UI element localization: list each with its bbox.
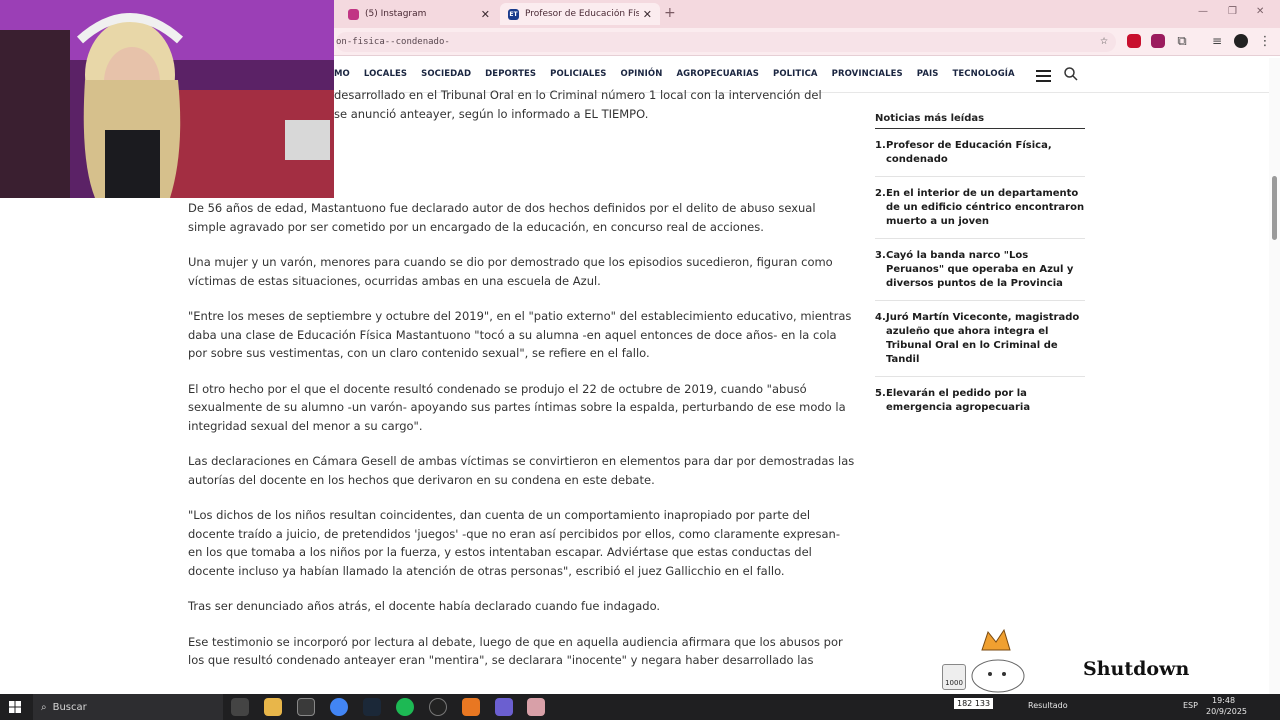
item-number: 4. <box>875 312 886 323</box>
article-paragraph: Una mujer y un varón, menores para cuand… <box>188 255 833 288</box>
search-icon: ⌕ <box>41 701 47 713</box>
minimize-button[interactable]: — <box>1198 6 1208 17</box>
nav-item-deportes[interactable]: DEPORTES <box>485 69 536 79</box>
taskbar-search-box[interactable]: ⌕ Buscar <box>33 694 223 720</box>
url-field[interactable]: on-fisica--condenado- ☆ <box>336 32 1116 52</box>
article-top-lines: desarrollado en el Tribunal Oral en lo C… <box>334 86 854 123</box>
tray-app-label[interactable]: Resultado <box>1028 701 1068 710</box>
section-menu: MO LOCALES SOCIEDAD DEPORTES POLICIALES … <box>334 69 1015 79</box>
article-paragraph: "Entre los meses de septiembre y octubre… <box>188 309 852 360</box>
nav-item[interactable]: MO <box>334 69 350 79</box>
nav-item-opinion[interactable]: OPINIÓN <box>621 69 663 79</box>
windows-start-icon[interactable] <box>9 701 21 713</box>
tab-title: Profesor de Educación Física, co <box>525 9 639 19</box>
search-placeholder: Buscar <box>52 701 87 713</box>
article-paragraph: "Los dichos de los niños resultan coinci… <box>188 508 840 578</box>
item-number: 1. <box>875 140 886 151</box>
article-line: desarrollado en el Tribunal Oral en lo C… <box>334 88 822 102</box>
sidebar-title: Noticias más leídas <box>875 113 1085 129</box>
clock-date[interactable]: 20/9/2025 <box>1206 707 1247 716</box>
el-tiempo-favicon-icon: ET <box>508 8 519 20</box>
shield-extension-icon[interactable] <box>1151 34 1165 48</box>
browser-window-icon[interactable] <box>527 698 545 716</box>
windows-taskbar: ⌕ Buscar 182 133 Resultado ESP 19:48 20/… <box>0 694 1280 720</box>
instagram-icon <box>348 8 359 20</box>
browser-menu-icon[interactable]: ⋮ <box>1258 34 1272 49</box>
item-title[interactable]: Elevarán el pedido por la emergencia agr… <box>886 387 1085 415</box>
article-paragraph: De 56 años de edad, Mastantuono fue decl… <box>188 201 816 234</box>
nav-item-locales[interactable]: LOCALES <box>364 69 407 79</box>
overlay-widget-title: Shutdown <box>1083 658 1190 680</box>
article-line: se anunció anteayer, según lo informado … <box>334 106 649 121</box>
chrome-icon[interactable] <box>330 698 348 716</box>
profile-avatar[interactable] <box>1234 34 1248 48</box>
file-explorer-icon[interactable] <box>264 698 282 716</box>
discord-icon[interactable] <box>495 698 513 716</box>
article-paragraph: Ese testimonio se incorporó por lectura … <box>188 634 843 668</box>
tab-instagram[interactable]: (5) Instagram ✕ <box>340 3 498 25</box>
scrollbar-thumb[interactable] <box>1272 176 1277 240</box>
screen: (5) Instagram ✕ ET Profesor de Educación… <box>0 0 1280 720</box>
search-icon[interactable] <box>1063 66 1079 82</box>
most-read-item[interactable]: 3. Cayó la banda narco "Los Peruanos" qu… <box>875 239 1085 301</box>
store-icon[interactable] <box>297 698 315 716</box>
obs-icon[interactable] <box>429 698 447 716</box>
most-read-item[interactable]: 4. Juró Martín Viceconte, magistrado azu… <box>875 301 1085 377</box>
spotify-icon[interactable] <box>396 698 414 716</box>
nav-item-policiales[interactable]: POLICIALES <box>550 69 606 79</box>
url-text: on-fisica--condenado- <box>336 37 450 47</box>
item-number: 5. <box>875 388 886 399</box>
most-read-item[interactable]: 2. En el interior de un departamento de … <box>875 177 1085 239</box>
nav-item-sociedad[interactable]: SOCIEDAD <box>421 69 471 79</box>
article-paragraph: El otro hecho por el que el docente resu… <box>188 381 846 433</box>
mascot-cat-crown-icon <box>971 628 1025 693</box>
app-icon[interactable] <box>462 698 480 716</box>
task-view-icon[interactable] <box>231 698 249 716</box>
article-body: De 56 años de edad, Mastantuono fue decl… <box>188 199 856 687</box>
item-number: 2. <box>875 188 886 199</box>
item-title[interactable]: Cayó la banda narco "Los Peruanos" que o… <box>886 249 1085 291</box>
tab-article[interactable]: ET Profesor de Educación Física, co ✕ <box>500 3 660 25</box>
hamburger-menu-icon[interactable] <box>1036 67 1051 82</box>
item-number: 3. <box>875 250 886 261</box>
tab-title: (5) Instagram <box>365 9 427 19</box>
streamer-webcam-image <box>0 0 334 198</box>
counter-badge: 1000 <box>942 664 966 690</box>
close-tab-icon[interactable]: ✕ <box>481 8 490 21</box>
nav-item-tecnologia[interactable]: TECNOLOGÍA <box>952 69 1014 79</box>
tray-counter[interactable]: 182 133 <box>954 698 994 709</box>
most-read-item[interactable]: 1. Profesor de Educación Física, condena… <box>875 129 1085 177</box>
clock-time[interactable]: 19:48 <box>1212 696 1235 705</box>
nav-item-provinciales[interactable]: PROVINCIALES <box>832 69 903 79</box>
bookmark-star-icon[interactable]: ☆ <box>1100 33 1108 48</box>
nav-item-pais[interactable]: PAIS <box>917 69 939 79</box>
close-tab-icon[interactable]: ✕ <box>643 8 652 21</box>
nav-item-politica[interactable]: POLITICA <box>773 69 818 79</box>
item-title[interactable]: En el interior de un departamento de un … <box>886 187 1085 229</box>
page-scrollbar[interactable] <box>1269 58 1280 694</box>
media-controls-icon[interactable]: ≡ <box>1210 34 1224 48</box>
maximize-button[interactable]: ❐ <box>1228 6 1237 17</box>
article-paragraph: Las declaraciones en Cámara Gesell de am… <box>188 454 855 487</box>
steam-icon[interactable] <box>363 698 381 716</box>
most-read-sidebar: Noticias más leídas 1. Profesor de Educa… <box>875 113 1085 424</box>
most-read-item[interactable]: 5. Elevarán el pedido por la emergencia … <box>875 377 1085 424</box>
article-paragraph: Tras ser denunciado años atrás, el docen… <box>188 599 661 613</box>
item-title[interactable]: Profesor de Educación Física, condenado <box>886 139 1085 167</box>
new-tab-button[interactable]: + <box>664 5 676 21</box>
nav-item-agropecuarias[interactable]: AGROPECUARIAS <box>676 69 759 79</box>
webcam-overlay <box>0 0 334 198</box>
close-window-button[interactable]: ✕ <box>1256 6 1264 17</box>
item-title[interactable]: Juró Martín Viceconte, magistrado azuleñ… <box>886 311 1085 367</box>
language-indicator[interactable]: ESP <box>1183 701 1198 710</box>
puzzle-extensions-icon[interactable]: ⧉ <box>1175 34 1189 49</box>
extension-icon[interactable] <box>1127 34 1141 48</box>
